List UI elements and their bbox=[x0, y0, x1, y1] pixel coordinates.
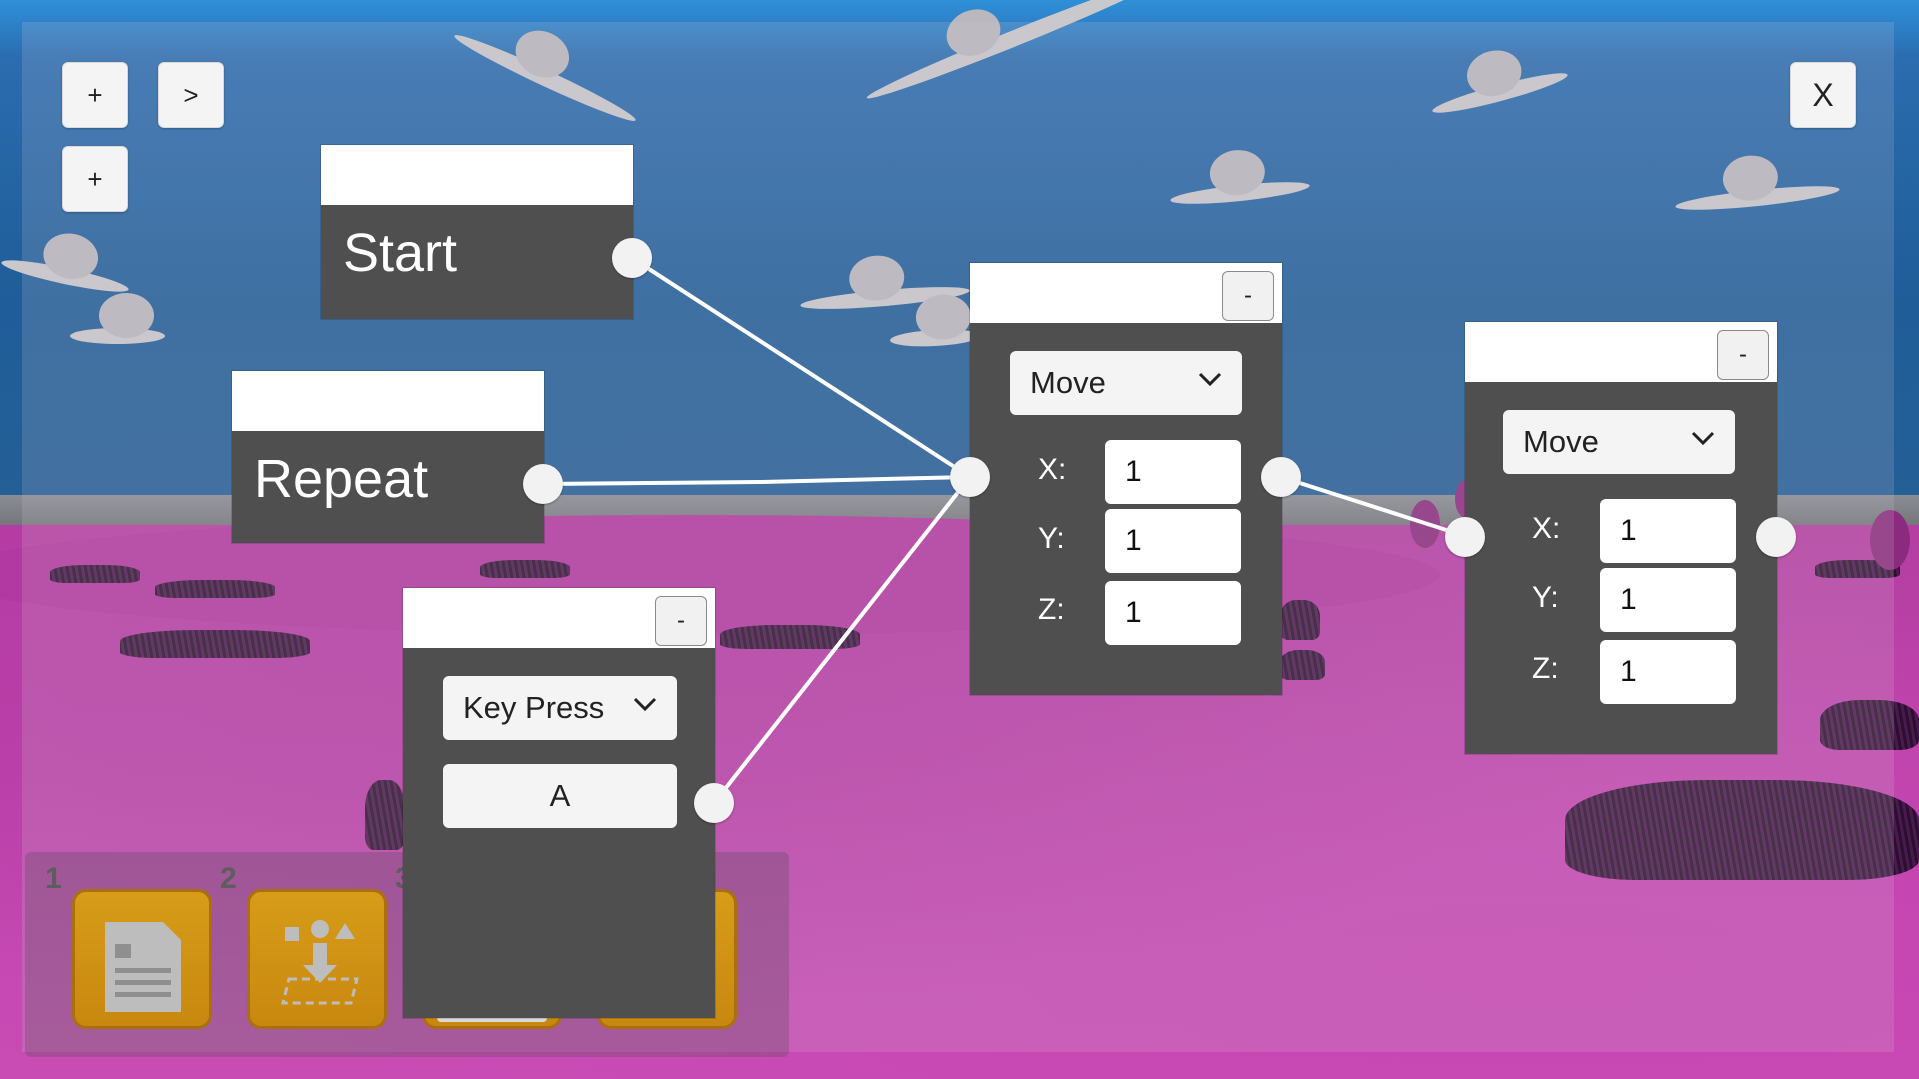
y-label: Y: bbox=[1532, 581, 1559, 614]
chevron-down-icon bbox=[1198, 372, 1222, 387]
y-label: Y: bbox=[1038, 522, 1065, 555]
node-header[interactable] bbox=[321, 145, 633, 205]
collapse-button[interactable]: - bbox=[1222, 271, 1274, 321]
action-type-dropdown[interactable]: Move bbox=[1010, 351, 1242, 415]
key-press-output-port[interactable] bbox=[694, 783, 734, 823]
z-input[interactable]: 1 bbox=[1600, 640, 1736, 704]
x-input[interactable]: 1 bbox=[1600, 499, 1736, 563]
x-label: X: bbox=[1038, 453, 1067, 486]
collapse-button[interactable]: - bbox=[655, 596, 707, 646]
action-type-dropdown[interactable]: Move bbox=[1503, 410, 1735, 474]
y-input[interactable]: 1 bbox=[1105, 509, 1241, 573]
repeat-output-port[interactable] bbox=[523, 464, 563, 504]
chevron-down-icon bbox=[1691, 431, 1715, 446]
move-1-output-port[interactable] bbox=[1261, 457, 1301, 497]
z-label: Z: bbox=[1532, 652, 1559, 685]
dropdown-value: Key Press bbox=[463, 690, 605, 725]
repeat-node[interactable]: Repeat bbox=[232, 371, 544, 543]
z-label: Z: bbox=[1038, 593, 1065, 626]
dropdown-value: Move bbox=[1030, 365, 1106, 400]
key-press-node[interactable]: - Key Press A bbox=[403, 588, 715, 1018]
x-label: X: bbox=[1532, 512, 1561, 545]
node-title: Repeat bbox=[254, 449, 429, 509]
wire-repeat-to-move bbox=[542, 475, 971, 486]
z-input[interactable]: 1 bbox=[1105, 581, 1241, 645]
key-field[interactable]: A bbox=[443, 764, 677, 828]
start-output-port[interactable] bbox=[612, 238, 652, 278]
collapse-button[interactable]: - bbox=[1717, 330, 1769, 380]
chevron-down-icon bbox=[633, 697, 657, 712]
start-node[interactable]: Start bbox=[321, 145, 633, 319]
node-title: Start bbox=[343, 223, 458, 283]
wire-keypress-to-move bbox=[712, 475, 972, 805]
y-input[interactable]: 1 bbox=[1600, 568, 1736, 632]
wire-move-to-move bbox=[1280, 475, 1466, 538]
event-type-dropdown[interactable]: Key Press bbox=[443, 676, 677, 740]
move-2-output-port[interactable] bbox=[1756, 517, 1796, 557]
move-1-input-port[interactable] bbox=[950, 457, 990, 497]
move-2-input-port[interactable] bbox=[1445, 517, 1485, 557]
node-header[interactable] bbox=[232, 371, 544, 431]
wire-start-to-move bbox=[630, 256, 972, 479]
move-node-2[interactable]: - Move X: 1 Y: 1 Z: 1 bbox=[1465, 322, 1777, 754]
move-node-1[interactable]: - Move X: 1 Y: 1 Z: 1 bbox=[970, 263, 1282, 695]
dropdown-value: Move bbox=[1523, 424, 1599, 459]
x-input[interactable]: 1 bbox=[1105, 440, 1241, 504]
